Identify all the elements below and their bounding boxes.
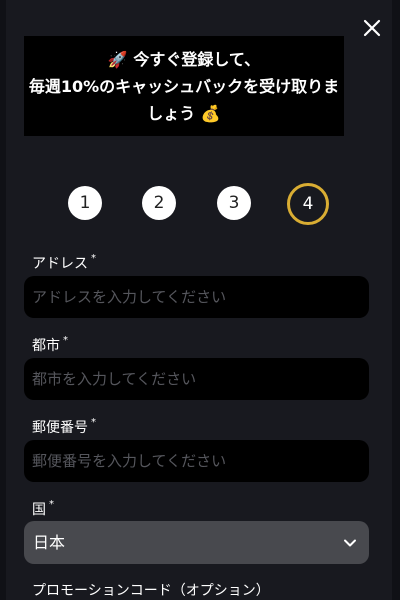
city-label: 都市 * — [32, 335, 68, 355]
banner-line-1: 🚀 今すぐ登録して、 — [24, 46, 344, 73]
step-1[interactable]: 1 — [68, 186, 102, 220]
registration-modal: 🚀 今すぐ登録して、 毎週10%のキャッシュバックを受け取りま しょう 💰 1 … — [0, 0, 400, 600]
scroll-edge — [392, 0, 400, 600]
step-indicator: 1 2 3 4 — [0, 183, 400, 225]
cashback-banner: 🚀 今すぐ登録して、 毎週10%のキャッシュバックを受け取りま しょう 💰 — [24, 36, 344, 136]
banner-text-3: しょう — [147, 104, 196, 123]
left-edge — [0, 0, 6, 600]
required-mark: * — [63, 335, 68, 346]
postal-code-input[interactable] — [24, 440, 369, 482]
country-label: 国 * — [32, 499, 54, 519]
close-icon — [363, 19, 381, 37]
required-mark: * — [91, 253, 96, 264]
step-2[interactable]: 2 — [142, 186, 176, 220]
country-selected-value: 日本 — [33, 533, 66, 552]
chevron-down-icon — [344, 539, 356, 547]
country-select[interactable]: 日本 — [24, 521, 369, 564]
banner-text-1: 今すぐ登録して、 — [133, 50, 261, 69]
required-mark: * — [49, 499, 54, 510]
banner-line-3: しょう 💰 — [24, 100, 344, 127]
close-button[interactable] — [360, 16, 384, 40]
postal-code-label: 郵便番号 * — [32, 417, 96, 437]
postal-code-label-text: 郵便番号 — [32, 420, 88, 436]
address-label-text: アドレス — [32, 256, 88, 272]
banner-text-2: 毎週10%のキャッシュバックを受け取りま — [28, 77, 340, 96]
promo-code-label: プロモーションコード（オプション） — [32, 583, 270, 599]
step-4-active[interactable]: 4 — [287, 183, 329, 225]
city-input[interactable] — [24, 358, 369, 400]
step-3[interactable]: 3 — [217, 186, 251, 220]
city-label-text: 都市 — [32, 338, 60, 354]
address-input[interactable] — [24, 276, 369, 318]
country-label-text: 国 — [32, 502, 46, 518]
required-mark: * — [91, 417, 96, 428]
rocket-icon: 🚀 — [107, 50, 128, 69]
address-label: アドレス * — [32, 253, 96, 273]
money-bag-icon: 💰 — [200, 104, 221, 123]
